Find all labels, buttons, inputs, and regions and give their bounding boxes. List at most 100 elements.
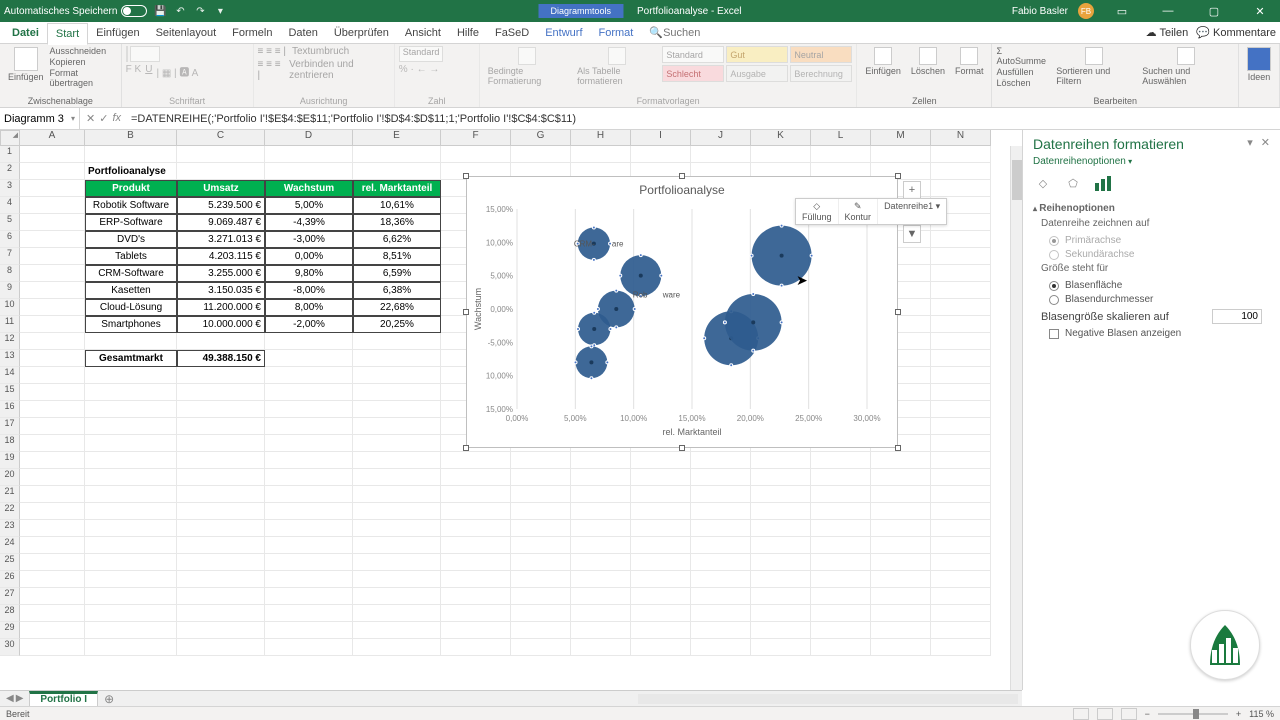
cell[interactable] (20, 163, 85, 180)
cell[interactable] (353, 384, 441, 401)
cell[interactable] (871, 605, 931, 622)
cell[interactable] (691, 469, 751, 486)
cell[interactable] (177, 503, 265, 520)
cell[interactable] (691, 520, 751, 537)
cell[interactable] (511, 554, 571, 571)
cell[interactable] (20, 265, 85, 282)
cell[interactable] (751, 503, 811, 520)
cell[interactable] (931, 180, 991, 197)
cell[interactable] (20, 401, 85, 418)
chart-title[interactable]: Portfolioanalyse (467, 177, 897, 199)
cell[interactable] (751, 605, 811, 622)
cancel-formula-icon[interactable]: ✕ (86, 112, 95, 125)
cell[interactable] (353, 639, 441, 656)
cell[interactable] (265, 537, 353, 554)
row-header[interactable]: 2 (0, 163, 20, 180)
row-header[interactable]: 3 (0, 180, 20, 197)
column-header[interactable]: A (20, 130, 85, 146)
row-header[interactable]: 30 (0, 639, 20, 656)
cell[interactable] (20, 367, 85, 384)
cell[interactable] (177, 469, 265, 486)
cell[interactable] (353, 418, 441, 435)
cell-styles-gallery[interactable]: Standard Gut Neutral Schlecht Ausgabe Be… (662, 46, 852, 82)
cell[interactable] (441, 571, 511, 588)
row-header[interactable]: 19 (0, 452, 20, 469)
cell[interactable] (441, 605, 511, 622)
bubble-diameter-radio[interactable]: Blasendurchmesser (1049, 294, 1270, 305)
cell[interactable]: 8,00% (265, 299, 353, 316)
cell[interactable] (811, 503, 871, 520)
cell[interactable] (85, 503, 177, 520)
cell[interactable] (691, 639, 751, 656)
enter-formula-icon[interactable]: ✓ (99, 112, 108, 125)
cell[interactable] (871, 146, 931, 163)
cell[interactable] (353, 333, 441, 350)
cell[interactable] (85, 401, 177, 418)
cell[interactable] (571, 622, 631, 639)
cell[interactable] (441, 486, 511, 503)
cell[interactable] (931, 163, 991, 180)
format-as-table-button[interactable]: Als Tabelle formatieren (573, 46, 660, 87)
column-header[interactable]: L (811, 130, 871, 146)
row-header[interactable]: 16 (0, 401, 20, 418)
cell[interactable] (353, 435, 441, 452)
cell[interactable] (871, 503, 931, 520)
cell[interactable] (511, 520, 571, 537)
cell[interactable] (20, 248, 85, 265)
cell[interactable] (511, 622, 571, 639)
cell[interactable] (691, 571, 751, 588)
cell[interactable] (931, 299, 991, 316)
row-header[interactable]: 6 (0, 231, 20, 248)
fx-icon[interactable]: fx (112, 112, 121, 125)
cell[interactable] (931, 146, 991, 163)
user-avatar[interactable]: FB (1078, 3, 1094, 19)
cell[interactable] (571, 571, 631, 588)
sheet-nav-prev-icon[interactable]: ◀ (6, 693, 14, 704)
cell[interactable] (751, 588, 811, 605)
cell[interactable] (177, 452, 265, 469)
cell[interactable]: Tablets (85, 248, 177, 265)
row-header[interactable]: 20 (0, 469, 20, 486)
format-painter-button[interactable]: Format übertragen (50, 68, 117, 88)
cell[interactable] (931, 435, 991, 452)
cell[interactable] (265, 452, 353, 469)
cell[interactable] (751, 554, 811, 571)
help-tab[interactable]: Hilfe (449, 22, 487, 44)
formulas-tab[interactable]: Formeln (224, 22, 280, 44)
horizontal-scrollbar[interactable] (638, 694, 1018, 704)
row-header[interactable]: 4 (0, 197, 20, 214)
cell[interactable] (353, 622, 441, 639)
cell[interactable] (931, 571, 991, 588)
cell[interactable] (353, 605, 441, 622)
cell[interactable] (811, 537, 871, 554)
autosave-toggle[interactable]: Automatisches Speichern (4, 5, 147, 17)
row-header[interactable]: 13 (0, 350, 20, 367)
cell[interactable] (631, 486, 691, 503)
cell[interactable] (441, 622, 511, 639)
column-header[interactable]: H (571, 130, 631, 146)
cell[interactable]: -8,00% (265, 282, 353, 299)
cell[interactable] (631, 469, 691, 486)
cell[interactable] (871, 571, 931, 588)
chart-filters-button[interactable]: ▼ (903, 225, 921, 243)
select-all-corner[interactable]: ◢ (0, 130, 20, 146)
cell[interactable] (751, 520, 811, 537)
cell[interactable] (20, 214, 85, 231)
cell[interactable] (353, 452, 441, 469)
cell[interactable] (571, 469, 631, 486)
cell[interactable] (353, 588, 441, 605)
cell[interactable] (265, 367, 353, 384)
cell[interactable] (871, 554, 931, 571)
cell[interactable] (20, 605, 85, 622)
bubble-scale-input[interactable] (1212, 309, 1262, 324)
zoom-slider[interactable] (1158, 713, 1228, 715)
cell[interactable] (265, 384, 353, 401)
cell[interactable] (571, 486, 631, 503)
cell[interactable] (265, 605, 353, 622)
cell[interactable] (811, 622, 871, 639)
column-header[interactable]: K (751, 130, 811, 146)
insert-cells-button[interactable]: Einfügen (861, 46, 905, 77)
cell[interactable] (85, 333, 177, 350)
cell[interactable] (177, 146, 265, 163)
cell[interactable] (20, 231, 85, 248)
